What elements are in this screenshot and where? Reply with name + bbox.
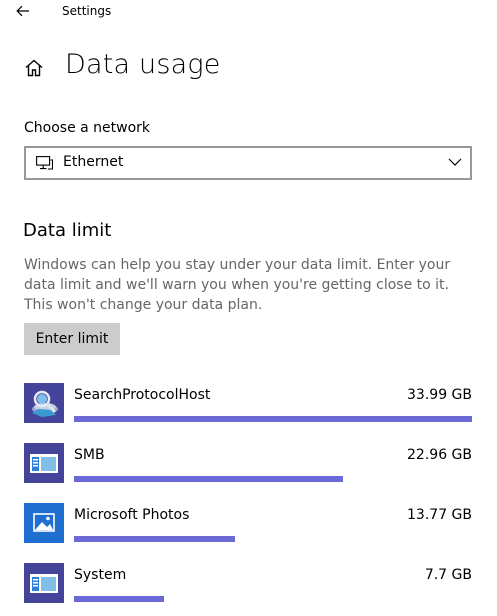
photos-icon [24,503,64,543]
app-name: SMB [74,447,105,463]
app-usage-row[interactable]: Microsoft Photos 13.77 GB [24,503,474,551]
app-data-size: 33.99 GB [407,387,472,403]
app-data-size: 22.96 GB [407,447,472,463]
home-button[interactable] [24,58,44,78]
network-dropdown[interactable]: Ethernet [24,146,472,180]
app-name: Microsoft Photos [74,507,190,523]
network-selected-value: Ethernet [63,154,124,170]
back-button[interactable] [10,1,36,21]
page-title: Data usage [65,49,221,80]
enter-limit-button[interactable]: Enter limit [24,323,120,355]
data-limit-heading: Data limit [23,220,112,241]
app-title: Settings [62,4,112,18]
settings-window: Settings Data usage Choose a network Eth… [0,0,497,616]
usage-bar-track [74,596,472,602]
ethernet-monitor-icon [36,156,53,170]
back-arrow-icon [16,5,29,17]
usage-bar [74,476,343,482]
data-limit-description: Windows can help you stay under your dat… [24,257,451,313]
usage-bar [74,596,164,602]
usage-bar [74,416,472,422]
app-name: SearchProtocolHost [74,387,211,403]
app-data-size: 7.7 GB [424,567,472,583]
title-bar: Settings [0,0,497,24]
usage-bar-track [74,416,472,422]
app-data-size: 13.77 GB [407,507,472,523]
network-label: Choose a network [24,120,151,136]
search-protocol-host-icon [24,383,64,423]
usage-bar-track [74,536,472,542]
app-usage-row[interactable]: SMB 22.96 GB [24,443,474,491]
usage-bar [74,536,236,542]
window-app-icon [24,443,64,483]
chevron-down-icon [448,158,462,166]
app-usage-row[interactable]: SearchProtocolHost 33.99 GB [24,383,474,431]
usage-bar-track [74,476,472,482]
app-name: System [74,567,127,583]
home-icon [25,59,43,77]
app-usage-row[interactable]: System 7.7 GB [24,563,474,611]
window-app-icon [24,563,64,603]
